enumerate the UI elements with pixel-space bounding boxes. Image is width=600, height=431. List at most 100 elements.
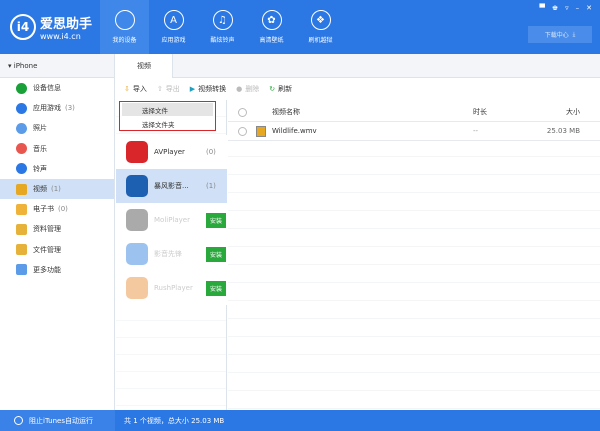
sidebar-item[interactable]: 电子书 (0) [0, 199, 114, 219]
sidebar-item[interactable]: 更多功能 [0, 260, 114, 280]
sidebar-item-label: 资料管理 [33, 225, 61, 234]
download-center-button[interactable]: 下载中心 ⤓ [528, 26, 592, 43]
sidebar-item-count: (0) [58, 205, 68, 214]
player-name: 影音先锋 [154, 250, 182, 258]
install-button[interactable]: 安装 [206, 246, 227, 262]
main-nav: 我的设备 A 应用游戏 ♫ 酷炫铃声 ✿ 高清壁纸 ❖ 刷机越狱 [100, 0, 345, 54]
sidebar-item[interactable]: 设备信息 [0, 78, 114, 98]
play-convert-icon: ▶ [189, 85, 196, 93]
nav-apps[interactable]: A 应用游戏 [149, 0, 198, 54]
export-icon: ⇧ [156, 85, 163, 93]
skin-icon[interactable]: ♚ [552, 4, 558, 12]
player-item[interactable]: 暴风影音... (1) [116, 169, 227, 203]
feedback-icon[interactable]: ▀ [539, 4, 544, 12]
sidebar-item-icon [16, 223, 27, 235]
apple-icon [114, 10, 135, 30]
device-header[interactable]: ▾ iPhone [0, 54, 114, 78]
sidebar-item-label: 铃声 [33, 164, 47, 173]
nav-label: 刷机越狱 [308, 37, 333, 44]
player-item[interactable]: 影音先锋 安装 [116, 237, 227, 271]
video-table: 视频名称 时长 大小 Wildlife.wmv -- 25.03 MB [228, 103, 600, 410]
sidebar-item-label: 视频 [33, 185, 47, 194]
install-button[interactable]: 安装 [206, 280, 227, 296]
sidebar-item-icon [16, 244, 27, 256]
player-item[interactable]: MoliPlayer 安装 [116, 203, 227, 237]
sidebar-item[interactable]: 视频 (1) [0, 178, 114, 200]
player-app-icon [126, 141, 148, 163]
convert-button[interactable]: ▶ 视频转换 [190, 84, 226, 94]
sidebar-item-label: 设备信息 [33, 84, 61, 93]
player-item[interactable]: AVPlayer (0) [116, 135, 227, 169]
minimize-icon[interactable]: – [576, 4, 580, 12]
col-size-header[interactable]: 大小 [566, 107, 580, 117]
sidebar-item[interactable]: 文件管理 [0, 240, 114, 260]
player-list: AVPlayer (0) 暴风影音... (1) MoliPlayer 安装 影音先锋 安装 R… [116, 100, 227, 410]
refresh-button[interactable]: ↻ 刷新 [269, 84, 292, 94]
install-button[interactable]: 安装 [206, 212, 227, 228]
import-button[interactable]: ⇩ 导入 [124, 84, 147, 94]
player-app-icon [126, 277, 148, 299]
nav-wallpapers[interactable]: ✿ 高清壁纸 [247, 0, 296, 54]
close-icon[interactable]: ✕ [586, 4, 592, 12]
export-button[interactable]: ⇧ 导出 [157, 84, 180, 94]
sidebar-item[interactable]: 照片 [0, 118, 114, 138]
col-name-header[interactable]: 视频名称 [272, 107, 300, 117]
tab-video[interactable]: 视频 [116, 54, 173, 78]
sidebar-item-icon [16, 264, 27, 276]
player-item[interactable]: RushPlayer 安装 [116, 271, 227, 305]
menu-icon[interactable]: ▿ [565, 4, 569, 12]
import-icon: ⇩ [124, 85, 130, 93]
menu-item-select-file[interactable]: 选择文件 [122, 103, 213, 116]
nav-ringtones[interactable]: ♫ 酷炫铃声 [198, 0, 247, 54]
refresh-label: 刷新 [278, 85, 293, 93]
sidebar-item-icon [16, 143, 27, 155]
logo-url: www.i4.cn [40, 32, 81, 41]
nav-label: 酷炫铃声 [210, 37, 235, 44]
video-file-icon [256, 125, 266, 137]
sidebar-item[interactable]: 铃声 [0, 159, 114, 179]
player-app-icon [126, 175, 148, 197]
player-count: (0) [206, 148, 216, 156]
delete-icon: ● [236, 85, 243, 93]
music-icon: ♫ [212, 10, 233, 30]
sidebar-item-icon [16, 82, 27, 94]
sidebar-item-icon [16, 183, 27, 195]
row-checkbox[interactable] [238, 126, 247, 136]
nav-label: 应用游戏 [161, 37, 186, 44]
logo: i4 爱思助手 www.i4.cn [10, 13, 92, 41]
player-count: (1) [206, 182, 216, 190]
flower-icon: ✿ [261, 10, 282, 30]
table-row[interactable]: Wildlife.wmv -- 25.03 MB [228, 122, 600, 141]
header: i4 爱思助手 www.i4.cn 我的设备 A 应用游戏 ♫ 酷炫铃声 ✿ 高清壁纸 … [0, 0, 600, 54]
logo-name: 爱思助手 [40, 17, 93, 32]
player-name: RushPlayer [154, 284, 193, 292]
sidebar-item-icon [16, 163, 27, 175]
select-all-checkbox[interactable] [238, 107, 247, 117]
table-header: 视频名称 时长 大小 [228, 103, 600, 122]
col-duration-header[interactable]: 时长 [473, 107, 487, 117]
sidebar-item[interactable]: 资料管理 [0, 219, 114, 239]
sidebar-item-icon [16, 102, 27, 114]
nav-my-device[interactable]: 我的设备 [100, 0, 149, 54]
dropbox-icon: ❖ [310, 10, 331, 30]
sidebar-item-label: 应用游戏 [33, 104, 61, 113]
sidebar-item-icon [16, 203, 27, 215]
toolbar: ⇩ 导入 ⇧ 导出 ▶ 视频转换 ● 删除 ↻ 刷新 [124, 84, 292, 94]
sidebar-item-count: (3) [65, 104, 75, 113]
export-label: 导出 [165, 85, 180, 93]
nav-jailbreak[interactable]: ❖ 刷机越狱 [296, 0, 345, 54]
delete-button[interactable]: ● 删除 [236, 84, 259, 94]
import-dropdown-menu: 选择文件 选择文件夹 [119, 101, 216, 131]
sidebar-item-label: 照片 [33, 124, 47, 133]
sidebar-item[interactable]: 音乐 [0, 139, 114, 159]
player-name: 暴风影音... [154, 182, 189, 190]
nav-label: 高清壁纸 [259, 37, 284, 44]
sub-tabs: 视频 [116, 54, 600, 78]
menu-item-select-folder[interactable]: 选择文件夹 [122, 117, 213, 130]
download-center-label: 下载中心 [544, 32, 569, 39]
sidebar-item-label: 电子书 [33, 205, 54, 214]
sidebar-item[interactable]: 应用游戏 (3) [0, 98, 114, 118]
nav-label: 我的设备 [112, 37, 137, 44]
download-icon: ⤓ [572, 30, 576, 38]
block-itunes-toggle[interactable]: 阻止iTunes自动运行 [0, 410, 115, 431]
